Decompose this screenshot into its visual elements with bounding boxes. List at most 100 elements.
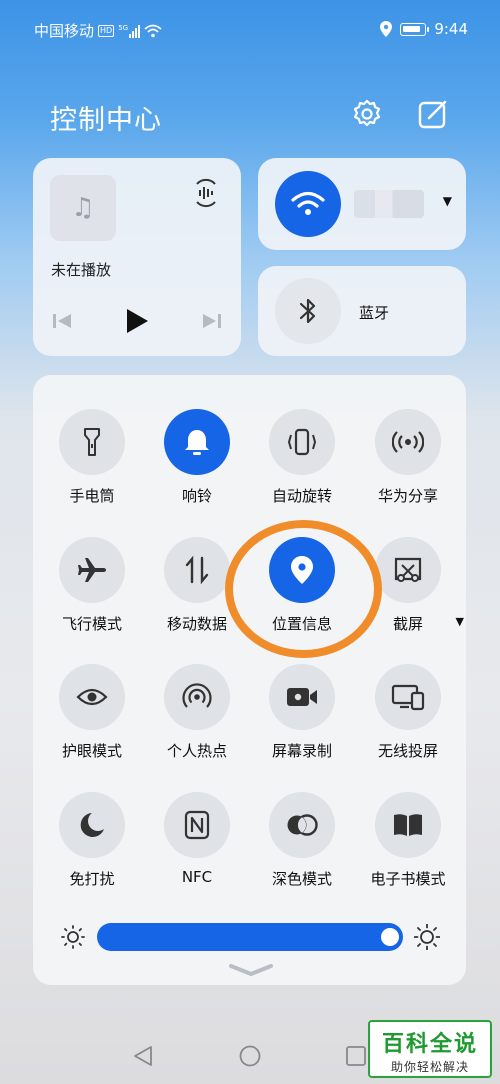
tile-label: 屏幕录制 — [271, 742, 332, 760]
brightness-slider[interactable] — [60, 920, 446, 954]
previous-track-icon[interactable] — [51, 312, 73, 330]
auto-rotate-icon — [287, 428, 317, 456]
home-icon[interactable] — [238, 1044, 262, 1068]
tile-do-not-disturb[interactable]: 免打扰 — [42, 792, 142, 889]
brightness-low-icon — [61, 925, 85, 949]
tile-airplane-mode[interactable]: 飞行模式 — [42, 537, 142, 634]
nfc-icon — [184, 810, 210, 840]
tile-icon-circle[interactable] — [164, 409, 230, 475]
tile-label: 免打扰 — [69, 870, 115, 888]
tile-auto-rotate[interactable]: 自动旋转 — [252, 409, 352, 506]
tile-label: 自动旋转 — [271, 487, 332, 505]
tile-label: 深色模式 — [271, 870, 332, 888]
tile-icon-circle[interactable] — [59, 792, 125, 858]
location-status-icon — [380, 21, 393, 37]
recents-icon[interactable] — [344, 1044, 368, 1068]
tile-label: 华为分享 — [377, 487, 438, 505]
tile-icon-circle[interactable] — [164, 664, 230, 730]
status-bar: 中国移动 HD 5G 9:44 — [0, 0, 500, 58]
album-art: ♫ — [50, 175, 116, 241]
mobile-data-icon — [185, 555, 209, 585]
tile-icon-circle[interactable] — [269, 792, 335, 858]
tile-icon-circle[interactable] — [59, 537, 125, 603]
wifi-card[interactable]: ▼ — [258, 158, 466, 250]
wireless-projection-icon — [391, 684, 425, 711]
tile-screen-record[interactable]: 屏幕录制 — [252, 664, 352, 761]
wifi-toggle[interactable] — [275, 171, 341, 237]
tile-icon-circle[interactable] — [375, 664, 441, 730]
tile-ebook-mode[interactable]: 电子书模式 — [358, 792, 458, 889]
eye-comfort-icon — [76, 688, 108, 706]
signal-icon: 5G — [118, 23, 141, 38]
tile-icon-circle[interactable] — [59, 409, 125, 475]
tile-label: 手电筒 — [69, 487, 115, 505]
tile-eye-comfort[interactable]: 护眼模式 — [42, 664, 142, 761]
huawei-share-icon — [392, 431, 424, 453]
wifi-dropdown-icon[interactable]: ▼ — [443, 194, 452, 208]
now-playing-label: 未在播放 — [51, 261, 112, 279]
tile-label: 无线投屏 — [377, 742, 438, 760]
next-track-icon[interactable] — [201, 312, 223, 330]
music-note-icon: ♫ — [71, 193, 95, 223]
tile-label: 响铃 — [181, 487, 212, 505]
tile-huawei-share[interactable]: 华为分享 — [358, 409, 458, 506]
carrier-info: 中国移动 HD 5G — [34, 20, 162, 41]
hotspot-icon — [182, 683, 212, 708]
tile-icon-circle[interactable] — [164, 792, 230, 858]
tile-label: 护眼模式 — [61, 742, 122, 760]
tile-icon-circle[interactable] — [375, 409, 441, 475]
do-not-disturb-icon — [80, 813, 104, 837]
tile-label: NFC — [181, 868, 213, 886]
tile-wireless-projection[interactable]: 无线投屏 — [358, 664, 458, 761]
bell-icon — [185, 430, 209, 455]
bluetooth-label: 蓝牙 — [359, 304, 390, 322]
wifi-icon — [291, 191, 325, 215]
clock: 9:44 — [434, 20, 468, 38]
brightness-knob[interactable] — [381, 928, 399, 946]
collapse-handle-icon[interactable] — [228, 962, 274, 978]
settings-gear-icon[interactable] — [351, 98, 383, 130]
battery-icon — [400, 22, 430, 36]
watermark-subtitle: 助你轻松解决 — [390, 1060, 469, 1074]
wifi-network-name — [354, 190, 424, 218]
tile-icon-circle[interactable] — [375, 537, 441, 603]
dark-mode-icon — [287, 814, 318, 836]
tile-flashlight[interactable]: 手电筒 — [42, 409, 142, 506]
screenshot-dropdown-icon[interactable]: ▼ — [456, 615, 464, 628]
tile-icon-circle[interactable] — [375, 792, 441, 858]
media-controls — [51, 308, 223, 334]
page-title: 控制中心 — [50, 105, 162, 136]
tile-icon-circle[interactable] — [164, 537, 230, 603]
bluetooth-icon — [299, 298, 316, 324]
tile-label: 电子书模式 — [370, 870, 446, 888]
ebook-mode-icon — [394, 814, 422, 836]
highlight-annotation — [225, 520, 382, 658]
brightness-track[interactable] — [97, 923, 403, 951]
tile-icon-circle[interactable] — [269, 664, 335, 730]
back-icon[interactable] — [131, 1044, 155, 1068]
play-icon[interactable] — [125, 308, 149, 334]
tile-icon-circle[interactable] — [269, 409, 335, 475]
bluetooth-card[interactable]: 蓝牙 — [258, 266, 466, 356]
media-card[interactable]: ♫ 未在播放 — [33, 158, 241, 356]
tile-ringer[interactable]: 响铃 — [147, 409, 247, 506]
tile-label: 个人热点 — [166, 742, 227, 760]
bluetooth-toggle[interactable] — [275, 278, 341, 344]
edit-icon[interactable] — [417, 98, 449, 130]
audio-output-icon[interactable] — [189, 176, 223, 210]
airplane-icon — [78, 558, 106, 582]
watermark-title: 百科全说 — [381, 1032, 478, 1057]
wifi-status-icon — [144, 24, 162, 37]
brightness-high-icon — [414, 924, 440, 950]
screen-record-icon — [287, 688, 317, 706]
hd-badge: HD — [98, 24, 115, 37]
tile-icon-circle[interactable] — [59, 664, 125, 730]
carrier-name: 中国移动 — [34, 22, 95, 40]
tile-dark-mode[interactable]: 深色模式 — [252, 792, 352, 889]
tile-label: 飞行模式 — [61, 615, 122, 633]
network-type-label: 5G — [118, 23, 129, 32]
tile-nfc[interactable]: NFC — [147, 792, 247, 886]
flashlight-icon — [84, 428, 100, 456]
tile-hotspot[interactable]: 个人热点 — [147, 664, 247, 761]
status-right: 9:44 — [380, 20, 468, 38]
